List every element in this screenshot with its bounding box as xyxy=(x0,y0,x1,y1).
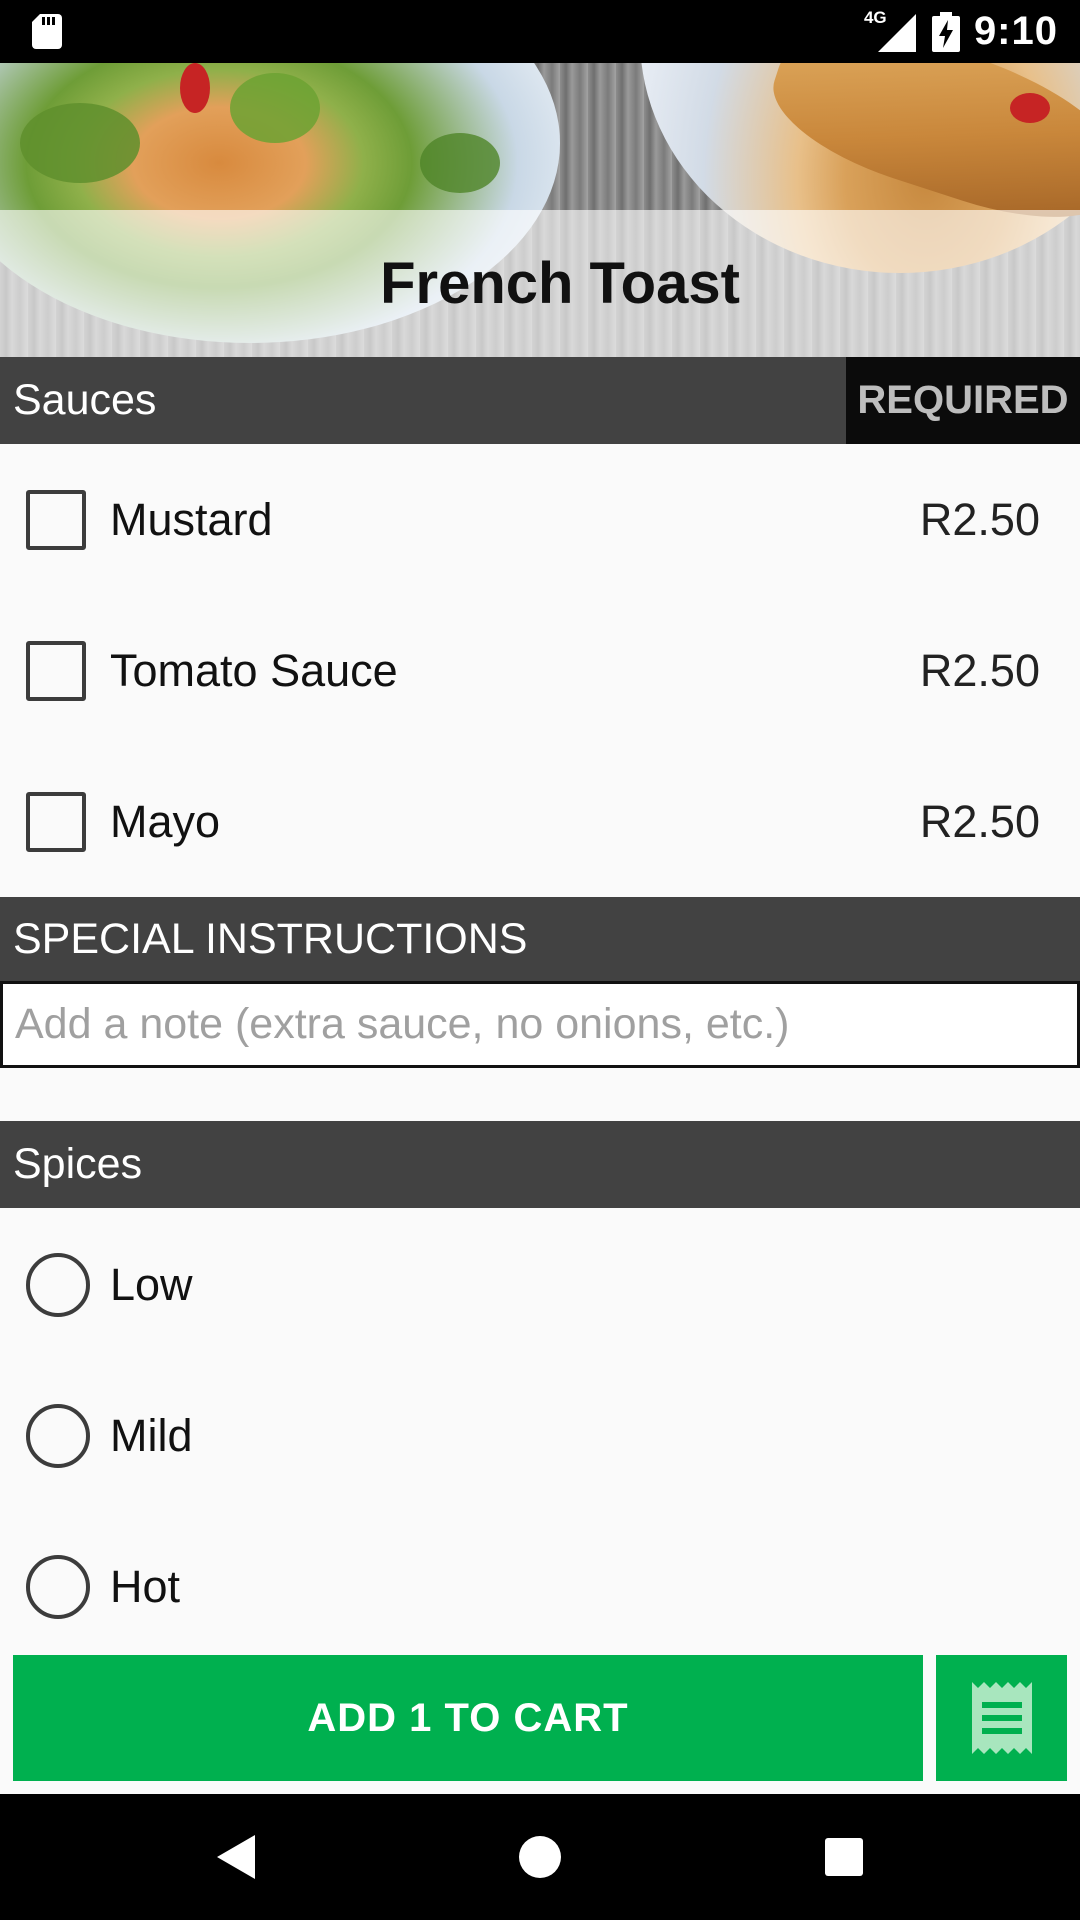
receipt-icon xyxy=(971,1682,1032,1754)
spices-header: Spices xyxy=(0,1121,1080,1208)
radio-button[interactable] xyxy=(26,1554,90,1619)
section-title: Sauces xyxy=(13,376,157,424)
hero-chili xyxy=(180,63,210,113)
sauce-option-mayo[interactable]: Mayo R2.50 xyxy=(0,746,1080,897)
sauce-option-mustard[interactable]: Mustard R2.50 xyxy=(0,444,1080,595)
option-price: R2.50 xyxy=(919,795,1040,847)
clock: 9:10 xyxy=(973,9,1058,53)
home-button[interactable] xyxy=(480,1794,600,1920)
checkbox[interactable] xyxy=(26,489,86,550)
option-label: Mayo xyxy=(110,795,221,847)
special-instructions-header: SPECIAL INSTRUCTIONS xyxy=(0,897,1080,981)
radio-button[interactable] xyxy=(26,1252,90,1317)
hero-chili xyxy=(1010,93,1050,123)
spice-option-hot[interactable]: Hot xyxy=(0,1511,1080,1662)
back-icon xyxy=(217,1835,255,1879)
option-price: R2.50 xyxy=(919,644,1040,696)
sauces-header: Sauces REQUIRED xyxy=(0,357,1080,444)
recents-icon xyxy=(825,1838,863,1876)
required-badge: REQUIRED xyxy=(846,357,1080,444)
section-title: SPECIAL INSTRUCTIONS xyxy=(13,914,528,963)
back-button[interactable] xyxy=(176,1794,296,1920)
option-label: Tomato Sauce xyxy=(110,644,398,696)
radio-button[interactable] xyxy=(26,1403,90,1468)
checkbox[interactable] xyxy=(26,791,86,852)
hero-herb xyxy=(20,103,140,183)
spice-option-mild[interactable]: Mild xyxy=(0,1360,1080,1511)
signal-icon: 4G xyxy=(864,8,918,54)
view-cart-button[interactable] xyxy=(936,1655,1067,1781)
sauce-option-tomato-sauce[interactable]: Tomato Sauce R2.50 xyxy=(0,595,1080,746)
recents-button[interactable] xyxy=(784,1794,904,1920)
hero-herb xyxy=(420,133,500,193)
add-to-cart-button[interactable]: ADD 1 TO CART xyxy=(13,1655,923,1781)
home-icon xyxy=(519,1836,561,1878)
hero-banner: French Toast xyxy=(0,63,1080,357)
section-title: Spices xyxy=(13,1140,143,1188)
option-label: Hot xyxy=(110,1560,181,1612)
spice-option-low[interactable]: Low xyxy=(0,1209,1080,1360)
navigation-bar xyxy=(0,1794,1080,1920)
checkbox[interactable] xyxy=(26,640,86,701)
battery-charging-icon xyxy=(931,11,960,52)
option-label: Mild xyxy=(110,1409,193,1461)
sd-card-icon xyxy=(32,14,62,49)
page-title: French Toast xyxy=(380,251,740,316)
option-label: Mustard xyxy=(110,493,273,545)
special-instructions-input[interactable] xyxy=(0,981,1080,1068)
option-price: R2.50 xyxy=(919,493,1040,545)
hero-herb xyxy=(230,73,320,143)
option-label: Low xyxy=(110,1258,193,1310)
status-bar: 4G 9:10 xyxy=(0,0,1080,63)
